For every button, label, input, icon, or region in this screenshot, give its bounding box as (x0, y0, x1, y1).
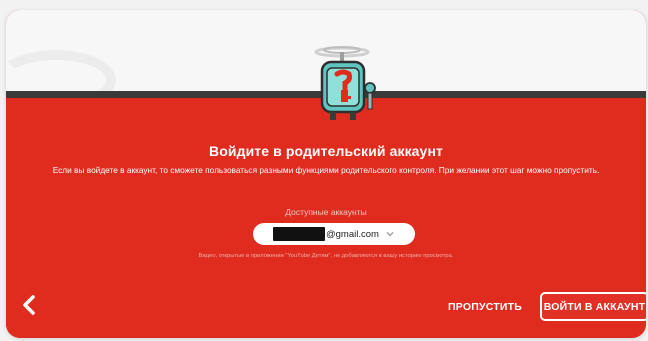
back-button[interactable] (18, 290, 40, 320)
account-selector[interactable]: @gmail.com (253, 223, 415, 245)
parent-signin-dialog: Войдите в родительский аккаунт Если вы в… (6, 10, 646, 338)
chevron-down-icon (385, 229, 395, 239)
signin-button[interactable]: ВОЙТИ В АККАУНТ (540, 292, 646, 321)
skip-button[interactable]: ПРОПУСТИТЬ (440, 296, 530, 318)
chevron-left-icon (23, 295, 35, 315)
dialog-description: Если вы войдете в аккаунт, то сможете по… (52, 165, 600, 175)
account-email-domain: @gmail.com (326, 228, 379, 240)
redacted-email-username (273, 227, 325, 241)
accounts-label: Доступные аккаунты (285, 207, 367, 217)
history-note: Видео, открытые в приложении "YouTube Де… (198, 253, 454, 259)
robot-key-illustration (314, 46, 376, 120)
dialog-title: Войдите в родительский аккаунт (209, 143, 443, 159)
